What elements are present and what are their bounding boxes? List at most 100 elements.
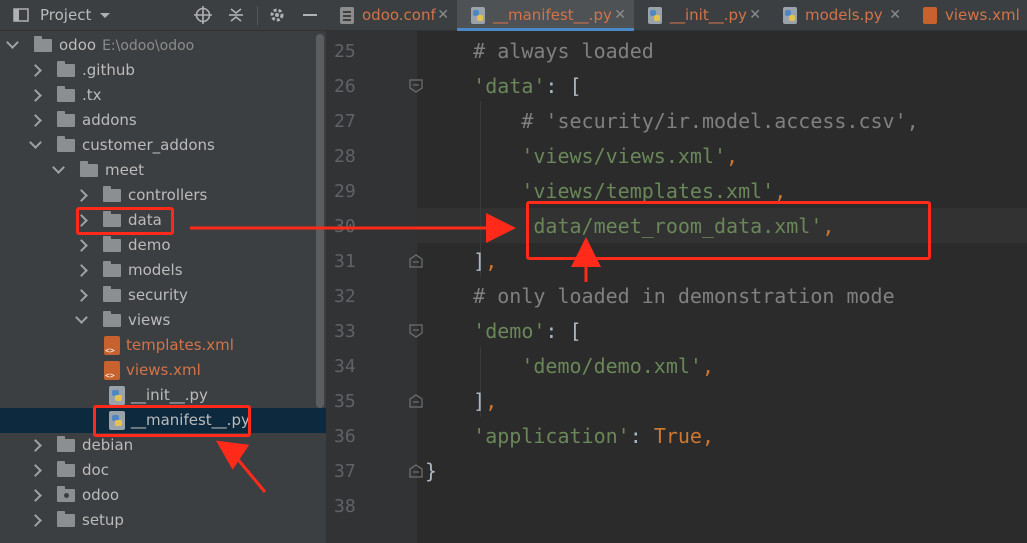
- xml-file-icon: [923, 7, 937, 24]
- editor-tab[interactable]: odoo.conf ✕: [326, 0, 457, 31]
- folder-icon: [57, 136, 75, 152]
- code-line[interactable]: # 'security/ir.model.access.csv',: [425, 104, 1027, 139]
- annotation-box-data-folder: [76, 207, 174, 235]
- tree-item[interactable]: odoo: [0, 483, 326, 508]
- project-view-icon[interactable]: [12, 6, 30, 24]
- chevron-right-icon[interactable]: [29, 89, 42, 102]
- tree-item[interactable]: views.xml: [0, 358, 326, 383]
- fold-open-icon[interactable]: [409, 79, 423, 93]
- line-number: 34: [334, 356, 356, 377]
- folder-icon: [103, 286, 121, 302]
- tree-item-label: customer_addons: [82, 136, 215, 154]
- code-editor[interactable]: # always loaded 'data': [ # 'security/ir…: [417, 31, 1027, 543]
- xml-file-icon: [104, 361, 120, 380]
- close-tab-icon[interactable]: ✕: [749, 0, 761, 31]
- python-file-icon: [648, 7, 662, 24]
- chevron-down-icon[interactable]: [52, 161, 65, 174]
- chevron-right-icon[interactable]: [75, 289, 88, 302]
- xml-file-icon: [104, 336, 120, 355]
- line-number: 35: [334, 391, 356, 412]
- tree-item[interactable]: .github: [0, 58, 326, 83]
- tree-item[interactable]: odoo E:\odoo\odoo: [0, 33, 326, 58]
- chevron-right-icon[interactable]: [75, 264, 88, 277]
- tree-item[interactable]: templates.xml: [0, 333, 326, 358]
- chevron-right-icon[interactable]: [29, 464, 42, 477]
- line-number: 38: [334, 496, 356, 517]
- tree-item-label: templates.xml: [126, 336, 234, 354]
- chevron-right-icon[interactable]: [29, 114, 42, 127]
- config-file-icon: [340, 7, 354, 24]
- chevron-right-icon[interactable]: [75, 239, 88, 252]
- collapse-all-icon[interactable]: [227, 6, 245, 24]
- tree-item[interactable]: customer_addons: [0, 133, 326, 158]
- editor-tab-label: __manifest__.py: [493, 6, 612, 24]
- editor-tab-label: models.py: [805, 6, 883, 24]
- folder-icon: [103, 236, 121, 252]
- tree-item[interactable]: setup: [0, 508, 326, 533]
- tree-item[interactable]: doc: [0, 458, 326, 483]
- folder-icon: [103, 186, 121, 202]
- chevron-right-icon[interactable]: [29, 489, 42, 502]
- chevron-down-icon[interactable]: [6, 36, 19, 49]
- chevron-right-icon[interactable]: [29, 439, 42, 452]
- fold-open-icon[interactable]: [409, 324, 423, 338]
- tree-item-label: demo: [128, 236, 171, 254]
- tree-item[interactable]: demo: [0, 233, 326, 258]
- editor-tab[interactable]: models.py ✕: [769, 0, 909, 31]
- tree-item[interactable]: .tx: [0, 83, 326, 108]
- tree-item[interactable]: views: [0, 308, 326, 333]
- close-tab-icon[interactable]: ✕: [437, 0, 449, 31]
- tree-item-label: .github: [82, 61, 135, 79]
- annotation-box-manifest-file: [93, 405, 251, 437]
- python-file-icon: [471, 7, 485, 24]
- target-icon[interactable]: [194, 6, 212, 24]
- fold-close-icon[interactable]: [409, 464, 423, 478]
- tree-item-label: addons: [82, 111, 137, 129]
- folder-icon: [80, 161, 98, 177]
- tree-item[interactable]: meet: [0, 158, 326, 183]
- line-number: 25: [334, 41, 356, 62]
- project-title[interactable]: Project: [40, 6, 91, 24]
- editor-tab[interactable]: views.xml: [909, 0, 1027, 31]
- line-number: 29: [334, 181, 356, 202]
- editor-tab[interactable]: __manifest__.py ✕: [457, 0, 634, 31]
- close-tab-icon[interactable]: ✕: [889, 0, 901, 31]
- code-line[interactable]: }: [425, 454, 1027, 489]
- code-line[interactable]: # always loaded: [425, 34, 1027, 69]
- chevron-down-icon[interactable]: [75, 311, 88, 324]
- line-number: 36: [334, 426, 356, 447]
- code-line[interactable]: 'data': [: [425, 69, 1027, 104]
- line-number: 30: [334, 216, 356, 237]
- line-number: 33: [334, 321, 356, 342]
- code-line[interactable]: 'demo': [: [425, 314, 1027, 349]
- code-line[interactable]: # only loaded in demonstration mode: [425, 279, 1027, 314]
- tree-item[interactable]: controllers: [0, 183, 326, 208]
- dropdown-chevron-icon[interactable]: [96, 6, 114, 24]
- fold-close-icon[interactable]: [409, 254, 423, 268]
- minimize-icon[interactable]: [301, 6, 319, 24]
- tree-item[interactable]: security: [0, 283, 326, 308]
- fold-close-icon[interactable]: [409, 394, 423, 408]
- tree-item-label: security: [128, 286, 188, 304]
- editor-tab[interactable]: __init__.py ✕: [634, 0, 769, 31]
- tree-scrollbar[interactable]: [316, 34, 324, 408]
- code-line[interactable]: 'views/views.xml',: [425, 139, 1027, 174]
- header-divider: [257, 6, 258, 25]
- tree-item-label: views: [128, 311, 171, 329]
- code-line[interactable]: [425, 489, 1027, 524]
- chevron-right-icon[interactable]: [29, 64, 42, 77]
- editor-tab-label: __init__.py: [670, 6, 747, 24]
- chevron-right-icon[interactable]: [29, 514, 42, 527]
- code-line[interactable]: 'application': True,: [425, 419, 1027, 454]
- folder-icon: [57, 61, 75, 77]
- tree-item[interactable]: models: [0, 258, 326, 283]
- code-line[interactable]: 'demo/demo.xml',: [425, 349, 1027, 384]
- tree-item-label: models: [128, 261, 183, 279]
- close-tab-icon[interactable]: ✕: [614, 0, 626, 31]
- folder-icon: [57, 111, 75, 127]
- code-line[interactable]: ],: [425, 384, 1027, 419]
- chevron-down-icon[interactable]: [29, 136, 42, 149]
- chevron-right-icon[interactable]: [75, 189, 88, 202]
- gear-icon[interactable]: [268, 6, 286, 24]
- tree-item[interactable]: addons: [0, 108, 326, 133]
